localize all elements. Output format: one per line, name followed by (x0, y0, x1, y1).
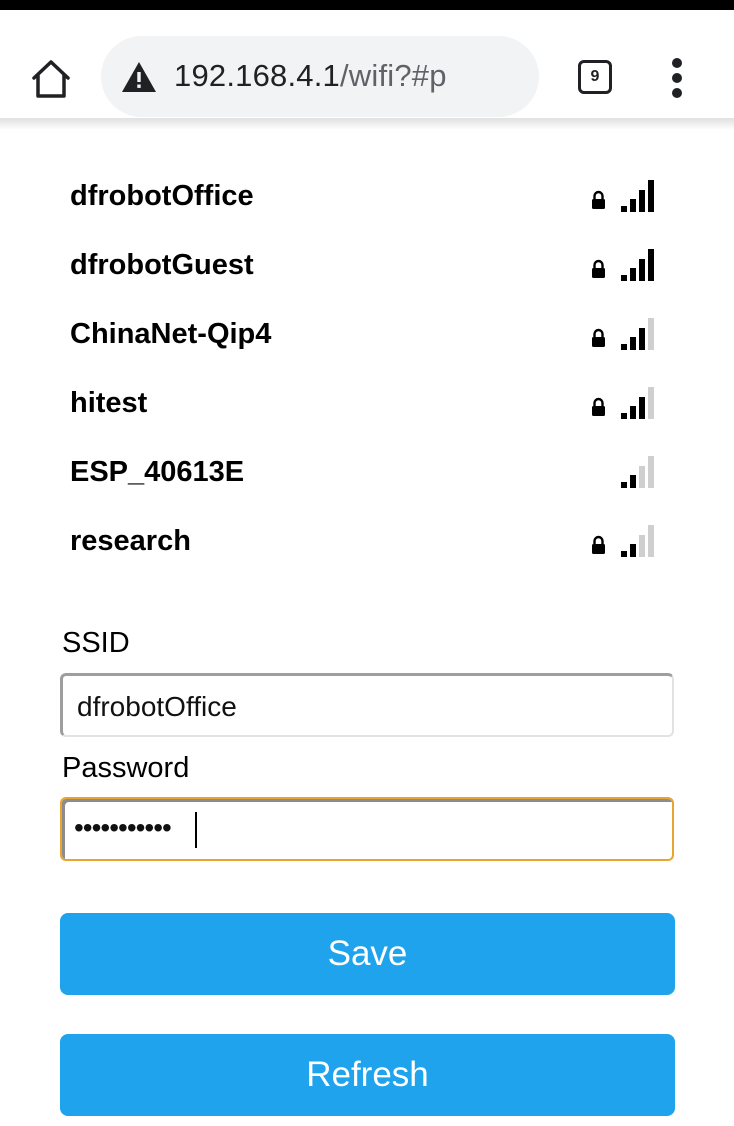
signal-bar (639, 190, 645, 212)
home-icon (32, 60, 70, 98)
signal-strength-icon (621, 387, 654, 419)
network-item[interactable]: hitest (70, 372, 670, 432)
save-button[interactable]: Save (60, 913, 675, 995)
home-button[interactable] (28, 56, 74, 102)
signal-bar (621, 551, 627, 557)
signal-bar (648, 318, 654, 350)
signal-bar (621, 206, 627, 212)
signal-bar (621, 413, 627, 419)
browser-toolbar: 192.168.4.1/wifi?#p 9 (0, 10, 734, 122)
signal-bar (648, 180, 654, 212)
url-host: 192.168.4.1 (174, 58, 340, 93)
signal-bar (630, 337, 636, 350)
network-ssid[interactable]: hitest (70, 386, 147, 420)
text-caret (195, 812, 197, 848)
lock-icon (592, 190, 605, 209)
tab-switcher-icon: 9 (578, 60, 612, 94)
signal-bar (621, 275, 627, 281)
signal-bar (639, 535, 645, 557)
url-path: /wifi?#p (339, 58, 447, 93)
network-item[interactable]: ChinaNet-Qip4 (70, 303, 670, 363)
lock-icon (592, 397, 605, 416)
network-ssid[interactable]: research (70, 524, 191, 558)
signal-bar (639, 397, 645, 419)
lock-icon (592, 328, 605, 347)
network-ssid[interactable]: dfrobotOffice (70, 179, 254, 213)
tab-switcher-button[interactable]: 9 (574, 56, 618, 100)
signal-bar (639, 466, 645, 488)
signal-bar (648, 387, 654, 419)
signal-bar (648, 456, 654, 488)
network-item[interactable]: ESP_40613E (70, 441, 670, 501)
password-input[interactable]: ••••••••••• (60, 797, 674, 861)
network-ssid[interactable]: dfrobotGuest (70, 248, 254, 282)
signal-bar (630, 544, 636, 557)
status-bar (0, 0, 734, 10)
ssid-input[interactable]: dfrobotOffice (60, 673, 674, 737)
signal-strength-icon (621, 456, 654, 488)
signal-bar (621, 482, 627, 488)
network-ssid[interactable]: ESP_40613E (70, 455, 244, 489)
toolbar-shadow (0, 118, 734, 130)
signal-bar (639, 328, 645, 350)
network-item[interactable]: research (70, 510, 670, 570)
url-text: 192.168.4.1/wifi?#p (174, 56, 447, 96)
signal-bar (639, 259, 645, 281)
signal-strength-icon (621, 249, 654, 281)
signal-bar (630, 199, 636, 212)
signal-bar (630, 475, 636, 488)
security-warning-icon[interactable] (121, 61, 157, 93)
page: 192.168.4.1/wifi?#p 9 dfrobotOffice dfro… (0, 0, 734, 1126)
password-label: Password (62, 752, 190, 784)
network-item[interactable]: dfrobotOffice (70, 165, 670, 225)
lock-icon (592, 535, 605, 554)
signal-bar (630, 268, 636, 281)
signal-bar (648, 525, 654, 557)
signal-strength-icon (621, 525, 654, 557)
ssid-input-value: dfrobotOffice (77, 691, 237, 722)
ssid-label: SSID (62, 627, 130, 659)
refresh-button[interactable]: Refresh (60, 1034, 675, 1116)
password-masked-value: ••••••••••• (74, 812, 172, 843)
more-menu-button[interactable] (664, 54, 690, 102)
signal-strength-icon (621, 318, 654, 350)
signal-bar (621, 344, 627, 350)
address-bar[interactable]: 192.168.4.1/wifi?#p (101, 36, 539, 117)
signal-strength-icon (621, 180, 654, 212)
signal-bar (630, 406, 636, 419)
network-item[interactable]: dfrobotGuest (70, 234, 670, 294)
lock-icon (592, 259, 605, 278)
signal-bar (648, 249, 654, 281)
network-ssid[interactable]: ChinaNet-Qip4 (70, 317, 271, 351)
